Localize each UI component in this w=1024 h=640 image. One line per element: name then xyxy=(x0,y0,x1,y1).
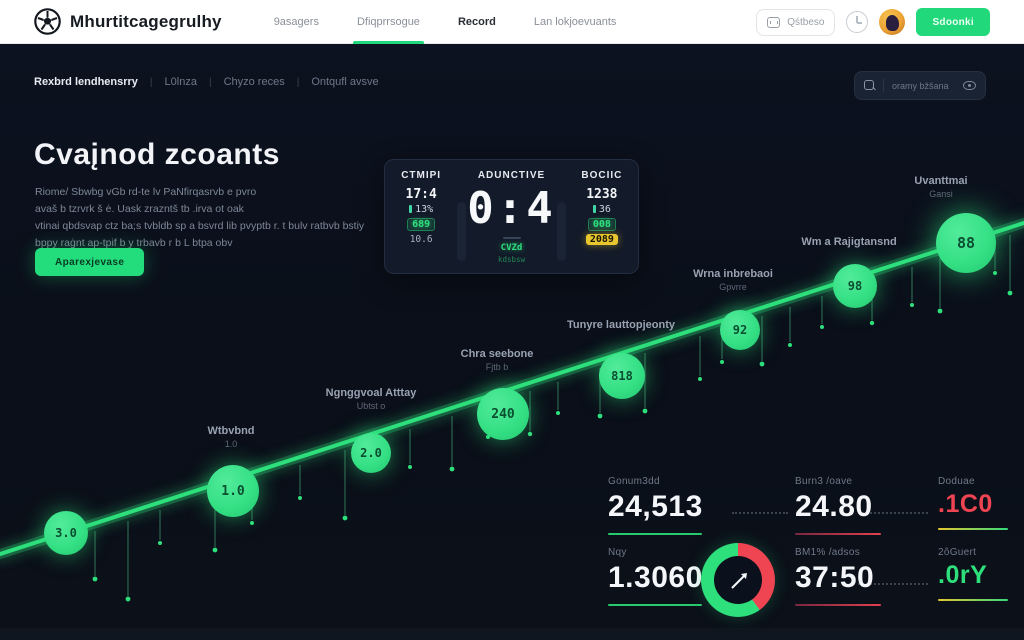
stat-value: 24,513 xyxy=(608,490,728,524)
stat-underline xyxy=(608,533,702,535)
stat-1: Gonum3dd 24,513 xyxy=(608,476,728,535)
scoreboard-center-column: ADUNCTIVE 0:4 CVZd kdsbsw xyxy=(466,160,556,273)
stat-value: .1C0 xyxy=(938,490,1016,519)
eye-icon[interactable] xyxy=(963,81,976,90)
stat-value: 37:50 xyxy=(795,561,905,595)
description-line: Riome/ Sbwbg vGb rd-te lv PaNfirqasrvb e… xyxy=(35,184,407,201)
nav-item-1[interactable]: 9asagers xyxy=(274,0,319,44)
milestone-node-2[interactable]: 1.0 xyxy=(207,465,259,517)
stat-underline xyxy=(938,599,1008,601)
scoreboard-right-badge2: 2089 xyxy=(586,234,618,245)
breadcrumb-item-4[interactable]: Ontqufl avsve xyxy=(311,76,378,88)
page-description: Riome/ Sbwbg vGb rd-te lv PaNfirqasrvb e… xyxy=(35,184,407,252)
scoreboard-divider xyxy=(457,202,466,261)
milestone-node-4[interactable]: 240 xyxy=(477,388,529,440)
node-label-5: Tunyre lauttopjeonty xyxy=(567,319,675,331)
scoreboard-right-row1: 1238 xyxy=(586,187,617,202)
stat-label: Burn3 /oave xyxy=(795,476,905,487)
description-line: vtinai qbdsvap ctz ba;s tvbldb sp a bsvr… xyxy=(35,218,407,235)
stat-2: Burn3 /oave 24.80 xyxy=(795,476,905,535)
scoreboard-sub2: kdsbsw xyxy=(498,255,525,264)
navbar-cta-button[interactable]: Sdoonki xyxy=(916,8,990,36)
node-label-4: Chra seeboneFjtb b xyxy=(461,348,534,372)
divider xyxy=(883,79,884,92)
search-placeholder: oramy bžšana xyxy=(892,81,955,91)
hero-cta-button[interactable]: Aparexjevase xyxy=(35,248,144,276)
navbar-search[interactable]: Qśtbeso xyxy=(756,9,835,36)
node-label-2: Wtbvbnd1.0 xyxy=(207,425,254,449)
stat-underline xyxy=(938,528,1008,530)
scoreboard-divider xyxy=(557,202,566,261)
trend-arrow-icon xyxy=(727,569,751,593)
main-nav: 9asagers Dfiqprrsogue Record Lan lokjoev… xyxy=(274,0,617,44)
scoreboard-left-header: CTMIPI xyxy=(401,170,441,181)
node-label-8: UvanttmaiGansi xyxy=(914,175,967,199)
scoreboard-center-header: ADUNCTIVE xyxy=(478,170,545,181)
stat-label: 2ôGuert xyxy=(938,547,1016,558)
stat-underline xyxy=(795,604,881,606)
node-label-3: Ngnggvoal AtttayUbtst o xyxy=(326,387,417,411)
scoreboard-score: 0:4 xyxy=(467,185,555,233)
clock-icon[interactable] xyxy=(846,11,868,33)
soccer-ball-logo-icon xyxy=(34,8,61,35)
stat-value: 24.80 xyxy=(795,490,905,524)
breadcrumb-separator: | xyxy=(150,77,153,88)
page-title: Cvaįnod zcoants xyxy=(34,138,280,172)
navbar-search-label: Qśtbeso xyxy=(787,17,824,28)
message-icon xyxy=(767,17,780,28)
stat-6: 2ôGuert .0rY xyxy=(938,547,1016,601)
scoreboard-left-row1: 17:4 xyxy=(406,187,437,202)
milestone-node-8[interactable]: 88 xyxy=(936,213,996,273)
breadcrumb-item-3[interactable]: Chyzo reces xyxy=(224,76,285,88)
milestone-node-6[interactable]: 92 xyxy=(720,310,760,350)
nav-item-2[interactable]: Dfiqprrsogue xyxy=(357,0,420,44)
scoreboard-right-badge: 008 xyxy=(588,218,616,231)
node-label-7: Wm a Rajigtansnd xyxy=(801,236,896,248)
stat-5: BM1% /adsos 37:50 xyxy=(795,547,905,606)
breadcrumb-separator: | xyxy=(209,77,212,88)
milestone-node-5[interactable]: 818 xyxy=(599,353,645,399)
user-avatar[interactable] xyxy=(879,9,905,35)
navbar-right: Qśtbeso Sdoonki xyxy=(756,0,990,44)
breadcrumb-separator: | xyxy=(297,77,300,88)
scoreboard-left-footer: 10.6 xyxy=(410,234,433,245)
breadcrumb-item-2[interactable]: L0lnza xyxy=(165,76,197,88)
stat-3: Doduae .1C0 xyxy=(938,476,1016,530)
score-dash xyxy=(503,237,521,239)
scoreboard-card: CTMIPI 17:4 13% 689 10.6 ADUNCTIVE 0:4 C… xyxy=(384,159,639,274)
milestone-node-1[interactable]: 3.0 xyxy=(44,511,88,555)
stat-underline xyxy=(608,604,702,606)
footer-strip xyxy=(0,628,1024,640)
scoreboard-left-badge: 689 xyxy=(407,218,435,231)
breadcrumb: Rexbrd lendhensrry | L0lnza | Chyzo rece… xyxy=(34,76,379,88)
scoreboard-right-column: BOCIIC 1238 36 008 2089 xyxy=(566,160,638,273)
nav-item-4[interactable]: Lan lokjoevuants xyxy=(534,0,617,44)
brand[interactable]: Mhurtitcagegrulhy xyxy=(34,8,222,35)
node-label-6: Wrna inbrebaoiGpvrre xyxy=(693,268,773,292)
scoreboard-right-header: BOCIIC xyxy=(581,170,622,181)
search-icon xyxy=(864,80,875,91)
stat-underline xyxy=(795,533,881,535)
stat-label: Gonum3dd xyxy=(608,476,728,487)
scoreboard-left-column: CTMIPI 17:4 13% 689 10.6 xyxy=(385,160,457,273)
stat-label: Doduae xyxy=(938,476,1016,487)
tick-icon xyxy=(593,205,596,213)
stat-value: .0rY xyxy=(938,561,1016,590)
nav-item-3[interactable]: Record xyxy=(458,0,496,44)
app: Mhurtitcagegrulhy 9asagers Dfiqprrsogue … xyxy=(0,0,1024,640)
stat-label: BM1% /adsos xyxy=(795,547,905,558)
page-search-input[interactable]: oramy bžšana xyxy=(854,71,986,100)
dotted-separator xyxy=(732,512,788,514)
top-navbar: Mhurtitcagegrulhy 9asagers Dfiqprrsogue … xyxy=(0,0,1024,44)
milestone-node-7[interactable]: 98 xyxy=(833,264,877,308)
milestone-node-3[interactable]: 2.0 xyxy=(351,433,391,473)
description-line: avaš b tzrvrk š ė. Uask zrazntš tb .irva… xyxy=(35,201,407,218)
breadcrumb-item-1[interactable]: Rexbrd lendhensrry xyxy=(34,76,138,88)
scoreboard-left-row2: 13% xyxy=(409,204,433,215)
tick-icon xyxy=(409,205,412,213)
donut-chart xyxy=(701,543,775,617)
brand-name: Mhurtitcagegrulhy xyxy=(70,12,222,32)
scoreboard-sub1: CVZd xyxy=(501,243,523,253)
scoreboard-right-row2: 36 xyxy=(593,204,611,215)
